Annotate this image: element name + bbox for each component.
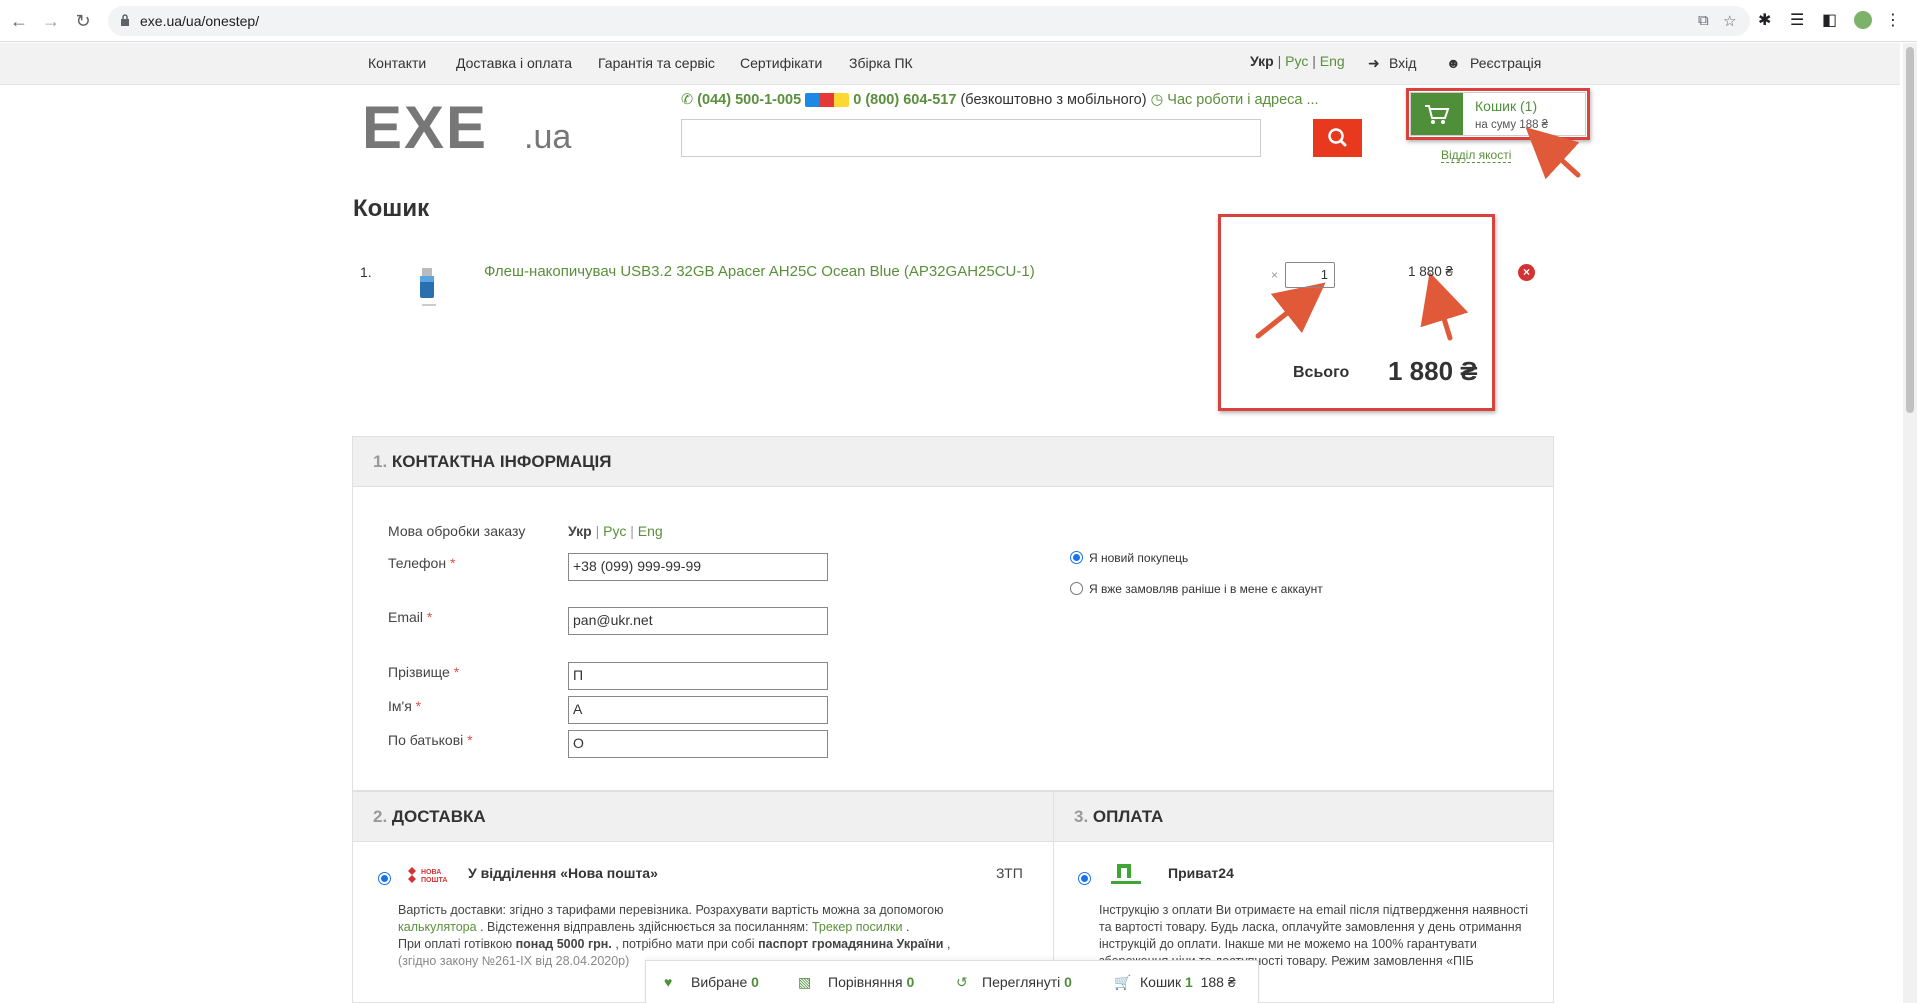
compare-link[interactable]: Порівняння 0 [828,974,914,990]
scrollbar-thumb[interactable] [1906,47,1914,413]
product-thumbnail[interactable] [408,262,448,310]
page-scrollbar[interactable] [1903,43,1917,1003]
login-link[interactable]: Вхід [1389,55,1416,71]
annotation-box-qty-price [1218,214,1495,411]
forward-icon[interactable]: → [40,10,62,32]
novaposhta-option[interactable]: У відділення «Нова пошта» [468,865,658,881]
back-icon[interactable]: ← [8,10,30,32]
site-logo[interactable]: EXE .ua [362,100,610,156]
privat24-logo-icon [1111,864,1141,884]
delivery-heading: ДОСТАВКА [391,807,486,826]
media-icon[interactable]: ☰ [1790,10,1804,30]
profile-avatar[interactable] [1854,11,1872,29]
arrow-to-cart [1525,127,1581,180]
new-buyer-radio[interactable] [1070,551,1083,564]
new-buyer-label[interactable]: Я новий покупець [1089,551,1188,565]
contact-heading: КОНТАКТНА ІНФОРМАЦІЯ [391,452,612,471]
bottom-cart-icon: 🛒 [1114,974,1132,990]
register-link[interactable]: Реєстрація [1470,55,1541,71]
viewed-link[interactable]: Переглянуті 0 [982,974,1072,990]
phone-kyiv[interactable]: (044) 500-1-005 [697,92,801,108]
site-top-nav: Контакти Доставка і оплата Гарантія та с… [0,43,1900,85]
order-lang-switch: Укр | Рус | Eng [568,523,663,539]
tracker-link[interactable]: Трекер посилки [812,920,903,934]
name-field[interactable]: А [568,696,828,724]
email-label: Email * [388,609,433,625]
phone-strip: ✆ (044) 500-1-005 0 (800) 604-517 (безко… [681,92,1319,108]
email-field[interactable]: pan@ukr.net [568,607,828,635]
svg-text:НОВА: НОВА [421,869,441,876]
history-icon: ↺ [956,974,968,990]
compare-icon: ▧ [798,974,812,990]
delivery-code: ЗТП [996,865,1023,881]
annotation-box-cart [1406,88,1590,140]
delivery-header: 2. ДОСТАВКА [353,792,1053,842]
patronymic-field[interactable]: О [568,730,828,758]
calculator-link[interactable]: калькулятора [398,920,477,934]
menu-icon[interactable]: ⋮ [1885,10,1901,30]
page-title: Кошик [353,195,430,222]
nav-warranty[interactable]: Гарантія та сервіс [598,55,715,71]
order-lang-eng[interactable]: Eng [638,523,663,539]
payment-heading: ОПЛАТА [1092,807,1164,826]
svg-text:ПОШТА: ПОШТА [421,877,447,884]
nav-certificates[interactable]: Сертифікати [740,55,822,71]
order-lang-label: Мова обробки заказу [388,523,526,539]
share-icon[interactable]: ⧉ [1698,12,1709,29]
lang-rus[interactable]: Рус [1285,53,1308,69]
browser-toolbar: ← → ↻ exe.ua/ua/onestep/ ⧉ ☆ ✱ ☰ ◧ ⋮ [0,0,1917,42]
product-link[interactable]: Флеш-накопичувач USB3.2 32GB Apacer AH25… [484,263,1035,280]
nav-contacts[interactable]: Контакти [368,55,426,71]
search-input[interactable] [681,119,1261,157]
order-lang-ukr[interactable]: Укр [568,523,592,539]
name-label: Ім'я * [388,698,422,714]
surname-field[interactable]: П [568,662,828,690]
novaposhta-logo-icon: НОВА ПОШТА [408,867,447,884]
sticky-bottom-bar: ♥ Вибране 0 ▧ Порівняння 0 ↺ Переглянуті… [645,960,1259,1003]
phone-icon: ✆ [681,92,694,108]
operators-icon [805,93,850,108]
remove-item-icon[interactable]: × [1518,264,1535,281]
nav-pc-build[interactable]: Збірка ПК [849,55,913,71]
phone-label: Телефон * [388,555,456,571]
lang-switch: Укр | Рус | Eng [1250,53,1345,69]
address-bar[interactable]: exe.ua/ua/onestep/ ⧉ ☆ [108,6,1750,36]
surname-label: Прізвище * [388,664,460,680]
existing-buyer-label[interactable]: Я вже замовляв раніше і в мене є аккаунт [1089,582,1323,596]
extensions-icon[interactable]: ✱ [1758,10,1771,30]
quality-dept-link[interactable]: Відділ якості [1441,148,1512,163]
privat24-radio[interactable] [1078,872,1091,885]
nav-delivery[interactable]: Доставка і оплата [456,55,572,71]
sidepanel-icon[interactable]: ◧ [1822,10,1837,30]
svg-text:EXE: EXE [362,100,488,156]
url-text: exe.ua/ua/onestep/ [140,13,260,29]
lang-ukr[interactable]: Укр [1250,53,1274,69]
patronymic-label: По батькові * [388,732,473,748]
svg-text:.ua: .ua [524,118,571,156]
phone-free[interactable]: 0 (800) 604-517 [853,92,956,108]
reload-icon[interactable]: ↻ [72,10,94,32]
order-lang-rus[interactable]: Рус [603,523,626,539]
heart-icon: ♥ [664,974,673,990]
star-icon[interactable]: ☆ [1723,12,1736,30]
existing-buyer-radio[interactable] [1070,582,1083,595]
contact-header: 1. КОНТАКТНА ІНФОРМАЦІЯ [353,437,1553,487]
search-button[interactable] [1313,119,1362,157]
lock-icon [121,14,129,26]
user-plus-icon[interactable]: ☻ [1446,55,1461,71]
favorites-link[interactable]: Вибране 0 [691,974,759,990]
clock-icon: ◷ [1150,92,1164,108]
search-icon [1328,128,1347,147]
contact-panel: 1. КОНТАКТНА ІНФОРМАЦІЯ Мова обробки зак… [352,436,1554,791]
hours-link[interactable]: Час роботи і адреса ... [1167,92,1318,108]
privat24-option[interactable]: Приват24 [1168,865,1234,881]
phone-field[interactable]: +38 (099) 999-99-99 [568,553,828,581]
lang-eng[interactable]: Eng [1320,53,1345,69]
bottom-cart-link[interactable]: Кошик 1 188 ₴ [1140,974,1236,990]
login-icon[interactable]: ➜ [1368,55,1380,72]
novaposhta-radio[interactable] [378,872,391,885]
payment-header: 3. ОПЛАТА [1054,792,1553,842]
item-number: 1. [360,264,372,280]
